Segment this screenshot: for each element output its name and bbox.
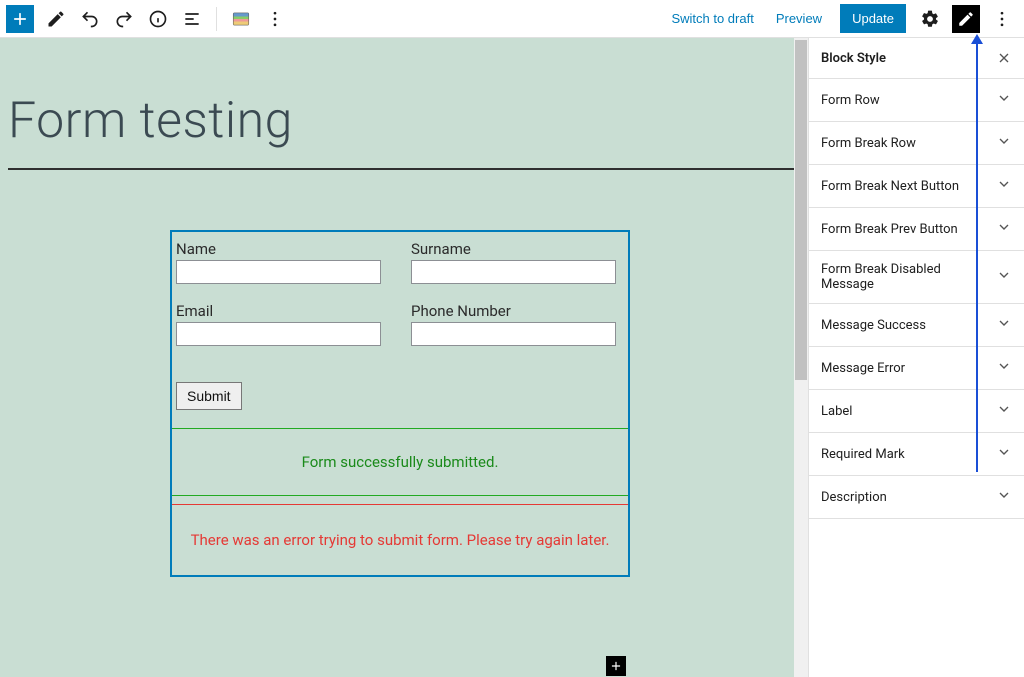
chevron-down-icon bbox=[996, 315, 1012, 335]
preview-button[interactable]: Preview bbox=[766, 5, 832, 32]
panel-label: Form Break Disabled Message bbox=[821, 262, 996, 292]
field-surname: Surname bbox=[411, 240, 616, 284]
switch-to-draft-button[interactable]: Switch to draft bbox=[661, 5, 763, 32]
settings-sidebar: Block Style Form Row Form Break Row Form… bbox=[808, 38, 1024, 677]
label-surname: Surname bbox=[411, 240, 616, 258]
details-button[interactable] bbox=[142, 3, 174, 35]
label-phone: Phone Number bbox=[411, 302, 616, 320]
panel-label: Required Mark bbox=[821, 447, 905, 462]
annotation-arrow bbox=[976, 42, 978, 472]
toggle-inserter-button[interactable] bbox=[6, 5, 34, 33]
panel-label[interactable]: Label bbox=[809, 390, 1024, 433]
editor-canvas[interactable]: Form testing Name Surname Email Phone Nu… bbox=[0, 38, 808, 677]
separator bbox=[8, 168, 800, 170]
panel-description[interactable]: Description bbox=[809, 476, 1024, 519]
page-title[interactable]: Form testing bbox=[0, 38, 808, 168]
block-styles-button[interactable] bbox=[952, 5, 980, 33]
input-surname[interactable] bbox=[411, 260, 616, 284]
panel-label: Message Error bbox=[821, 361, 905, 376]
chevron-down-icon bbox=[996, 267, 1012, 287]
panel-message-error[interactable]: Message Error bbox=[809, 347, 1024, 390]
toolbar-separator bbox=[216, 7, 217, 31]
chevron-down-icon bbox=[996, 133, 1012, 153]
chevron-down-icon bbox=[996, 401, 1012, 421]
label-email: Email bbox=[176, 302, 381, 320]
styles-icon[interactable] bbox=[227, 5, 255, 33]
add-block-button[interactable] bbox=[606, 656, 626, 676]
toolbar-more-button[interactable] bbox=[259, 3, 291, 35]
panel-form-break-prev[interactable]: Form Break Prev Button bbox=[809, 208, 1024, 251]
submit-button[interactable]: Submit bbox=[176, 382, 242, 410]
panel-label: Form Break Next Button bbox=[821, 179, 959, 194]
panel-label: Message Success bbox=[821, 318, 926, 333]
chevron-down-icon bbox=[996, 487, 1012, 507]
update-button[interactable]: Update bbox=[840, 4, 906, 33]
panel-form-break-row[interactable]: Form Break Row bbox=[809, 122, 1024, 165]
chevron-down-icon bbox=[996, 444, 1012, 464]
sidebar-title: Block Style bbox=[821, 51, 886, 66]
redo-button[interactable] bbox=[108, 3, 140, 35]
panel-label: Form Row bbox=[821, 93, 880, 108]
edit-tool-button[interactable] bbox=[40, 3, 72, 35]
label-name: Name bbox=[176, 240, 381, 258]
field-phone: Phone Number bbox=[411, 302, 616, 346]
field-email: Email bbox=[176, 302, 381, 346]
panel-label: Form Break Prev Button bbox=[821, 222, 958, 237]
form-block[interactable]: Name Surname Email Phone Number Submit bbox=[170, 230, 630, 577]
chevron-down-icon bbox=[996, 176, 1012, 196]
outline-button[interactable] bbox=[176, 3, 208, 35]
panel-message-success[interactable]: Message Success bbox=[809, 304, 1024, 347]
chevron-down-icon bbox=[996, 219, 1012, 239]
chevron-down-icon bbox=[996, 358, 1012, 378]
sidebar-header: Block Style bbox=[809, 38, 1024, 79]
panel-label: Description bbox=[821, 490, 887, 505]
input-phone[interactable] bbox=[411, 322, 616, 346]
message-error: There was an error trying to submit form… bbox=[172, 504, 628, 575]
panel-form-break-disabled[interactable]: Form Break Disabled Message bbox=[809, 251, 1024, 304]
input-email[interactable] bbox=[176, 322, 381, 346]
chevron-down-icon bbox=[996, 90, 1012, 110]
panel-label: Form Break Row bbox=[821, 136, 916, 151]
scrollbar-track[interactable] bbox=[794, 38, 808, 677]
editor-toolbar: Switch to draft Preview Update bbox=[0, 0, 1024, 38]
panel-label: Label bbox=[821, 404, 852, 419]
field-name: Name bbox=[176, 240, 381, 284]
panel-required-mark[interactable]: Required Mark bbox=[809, 433, 1024, 476]
panel-form-row[interactable]: Form Row bbox=[809, 79, 1024, 122]
message-success: Form successfully submitted. bbox=[172, 428, 628, 496]
undo-button[interactable] bbox=[74, 3, 106, 35]
scrollbar-thumb[interactable] bbox=[795, 40, 807, 380]
input-name[interactable] bbox=[176, 260, 381, 284]
options-menu-button[interactable] bbox=[986, 3, 1018, 35]
close-icon[interactable] bbox=[996, 50, 1012, 66]
settings-button[interactable] bbox=[914, 3, 946, 35]
panel-form-break-next[interactable]: Form Break Next Button bbox=[809, 165, 1024, 208]
